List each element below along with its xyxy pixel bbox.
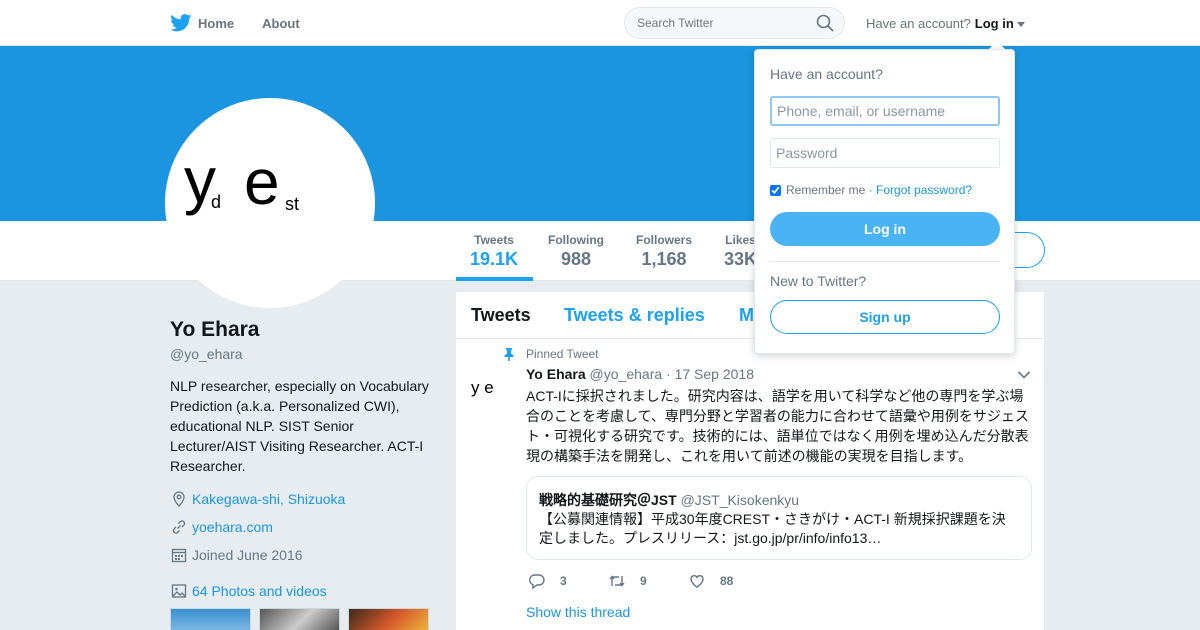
profile-bio: NLP researcher, especially on Vocabulary… bbox=[170, 378, 429, 474]
joined-date: Joined June 2016 bbox=[192, 547, 303, 563]
quoted-tweet-text: 【公募関連情報】平成30年度CREST・さきがけ・ACT-I 新規採択課題を決定… bbox=[539, 511, 1006, 546]
stat-likes[interactable]: Likes 33K bbox=[724, 233, 757, 270]
profile-handle: @yo_ehara bbox=[170, 346, 243, 362]
tweet-header: Yo Ehara @yo_ehara · 17 Sep 2018 bbox=[526, 366, 754, 382]
tweet-text: ACT-Iに採択されました。研究内容は、語学を用いて科学など他の専門を学ぶ場合の… bbox=[526, 388, 1029, 464]
about-link[interactable]: About bbox=[262, 16, 300, 31]
signup-button[interactable]: Sign up bbox=[770, 300, 1000, 334]
stat-following-label: Following bbox=[548, 233, 604, 247]
profile-website: yoehara.com bbox=[170, 518, 273, 536]
photo-thumbnail[interactable] bbox=[259, 608, 340, 630]
retweet-action[interactable]: 9 bbox=[608, 572, 647, 590]
like-count: 88 bbox=[720, 574, 734, 588]
chevron-down-icon[interactable] bbox=[1017, 370, 1031, 380]
search-icon[interactable] bbox=[816, 14, 834, 32]
login-dropdown-title: Have an account? bbox=[770, 66, 883, 82]
stat-likes-value: 33K bbox=[724, 249, 758, 269]
twitter-bird-icon bbox=[170, 14, 192, 32]
stat-tweets[interactable]: Tweets 19.1K bbox=[470, 233, 518, 270]
remember-me-checkbox[interactable] bbox=[770, 184, 781, 196]
tweet-author-name[interactable]: Yo Ehara bbox=[526, 366, 586, 382]
home-link[interactable]: Home bbox=[170, 14, 234, 32]
tab-tweets-replies[interactable]: Tweets & replies bbox=[564, 305, 705, 326]
calendar-icon bbox=[171, 548, 187, 563]
avatar-letters-st: st bbox=[285, 194, 300, 214]
link-icon bbox=[172, 520, 186, 534]
remember-me-label: Remember me · bbox=[786, 183, 873, 197]
profile-joined: Joined June 2016 bbox=[170, 546, 303, 564]
profile-name: Yo Ehara bbox=[170, 318, 260, 341]
website-link[interactable]: yoehara.com bbox=[192, 519, 273, 535]
tweet-date[interactable]: · 17 Sep 2018 bbox=[666, 366, 754, 382]
retweet-icon bbox=[609, 575, 625, 587]
stat-followers[interactable]: Followers 1,168 bbox=[636, 233, 692, 270]
stat-likes-label: Likes bbox=[725, 233, 756, 247]
new-to-twitter-label: New to Twitter? bbox=[770, 273, 867, 289]
profile-location: Kakegawa-shi, Shizuoka bbox=[170, 490, 345, 508]
stat-followers-value: 1,168 bbox=[641, 249, 687, 269]
quoted-author-name: 戦略的基礎研究＠JST bbox=[539, 492, 677, 508]
divider bbox=[770, 261, 1000, 262]
stat-following[interactable]: Following 988 bbox=[548, 233, 604, 270]
retweet-count: 9 bbox=[640, 574, 647, 588]
pinned-tweet-label: Pinned Tweet bbox=[526, 347, 599, 361]
tweet-avatar[interactable]: y e bbox=[471, 378, 494, 398]
remember-me: Remember me · Forgot password? bbox=[770, 183, 972, 197]
login-menu-toggle[interactable]: Log in bbox=[975, 16, 1025, 31]
show-thread-link[interactable]: Show this thread bbox=[526, 604, 630, 620]
login-dropdown: Have an account? Remember me · Forgot pa… bbox=[754, 49, 1015, 354]
location-pin-icon bbox=[173, 491, 185, 507]
login-menu-label: Log in bbox=[974, 16, 1014, 31]
reply-action[interactable]: 3 bbox=[528, 572, 567, 590]
tab-media[interactable]: M bbox=[739, 305, 754, 326]
top-nav: Home About Have an account?Log in bbox=[0, 0, 1200, 46]
photos-link[interactable]: 64 Photos and videos bbox=[192, 583, 327, 599]
home-label: Home bbox=[198, 15, 235, 31]
location-link[interactable]: Kakegawa-shi, Shizuoka bbox=[192, 491, 345, 507]
login-button[interactable]: Log in bbox=[770, 212, 1000, 246]
reply-count: 3 bbox=[560, 574, 567, 588]
pin-icon bbox=[504, 348, 514, 361]
tab-tweets[interactable]: Tweets bbox=[471, 305, 531, 326]
have-account-label: Have an account? bbox=[866, 16, 971, 31]
stat-following-value: 988 bbox=[560, 249, 592, 269]
avatar-letter-e: e bbox=[244, 146, 280, 218]
reply-icon bbox=[529, 574, 545, 590]
photo-thumbnail[interactable] bbox=[170, 608, 251, 630]
password-field[interactable] bbox=[770, 138, 1000, 168]
stat-followers-label: Followers bbox=[636, 233, 693, 247]
tweet-author-handle: @yo_ehara bbox=[589, 366, 663, 382]
active-stat-underline bbox=[456, 277, 533, 281]
have-account-prompt: Have an account? Log in bbox=[866, 16, 1025, 31]
profile-photos: 64 Photos and videos bbox=[170, 582, 327, 600]
quoted-tweet-header: 戦略的基礎研究＠JST @JST_Kisokenkyu bbox=[539, 490, 799, 510]
caret-down-icon bbox=[1016, 22, 1025, 28]
quoted-tweet[interactable]: 戦略的基礎研究＠JST @JST_Kisokenkyu 【公募関連情報】平成30… bbox=[526, 476, 1032, 560]
search-input[interactable] bbox=[624, 7, 845, 39]
quoted-author-handle: @JST_Kisokenkyu bbox=[680, 492, 800, 508]
photo-icon bbox=[171, 584, 187, 598]
heart-icon bbox=[690, 575, 704, 588]
stat-tweets-label: Tweets bbox=[474, 233, 514, 247]
forgot-password-link[interactable]: Forgot password? bbox=[876, 183, 972, 197]
username-field[interactable] bbox=[770, 96, 1000, 126]
photo-thumbnail[interactable] bbox=[348, 608, 429, 630]
like-action[interactable]: 88 bbox=[688, 572, 733, 590]
avatar-letter-d: d bbox=[211, 192, 222, 212]
stat-tweets-value: 19.1K bbox=[470, 249, 519, 269]
